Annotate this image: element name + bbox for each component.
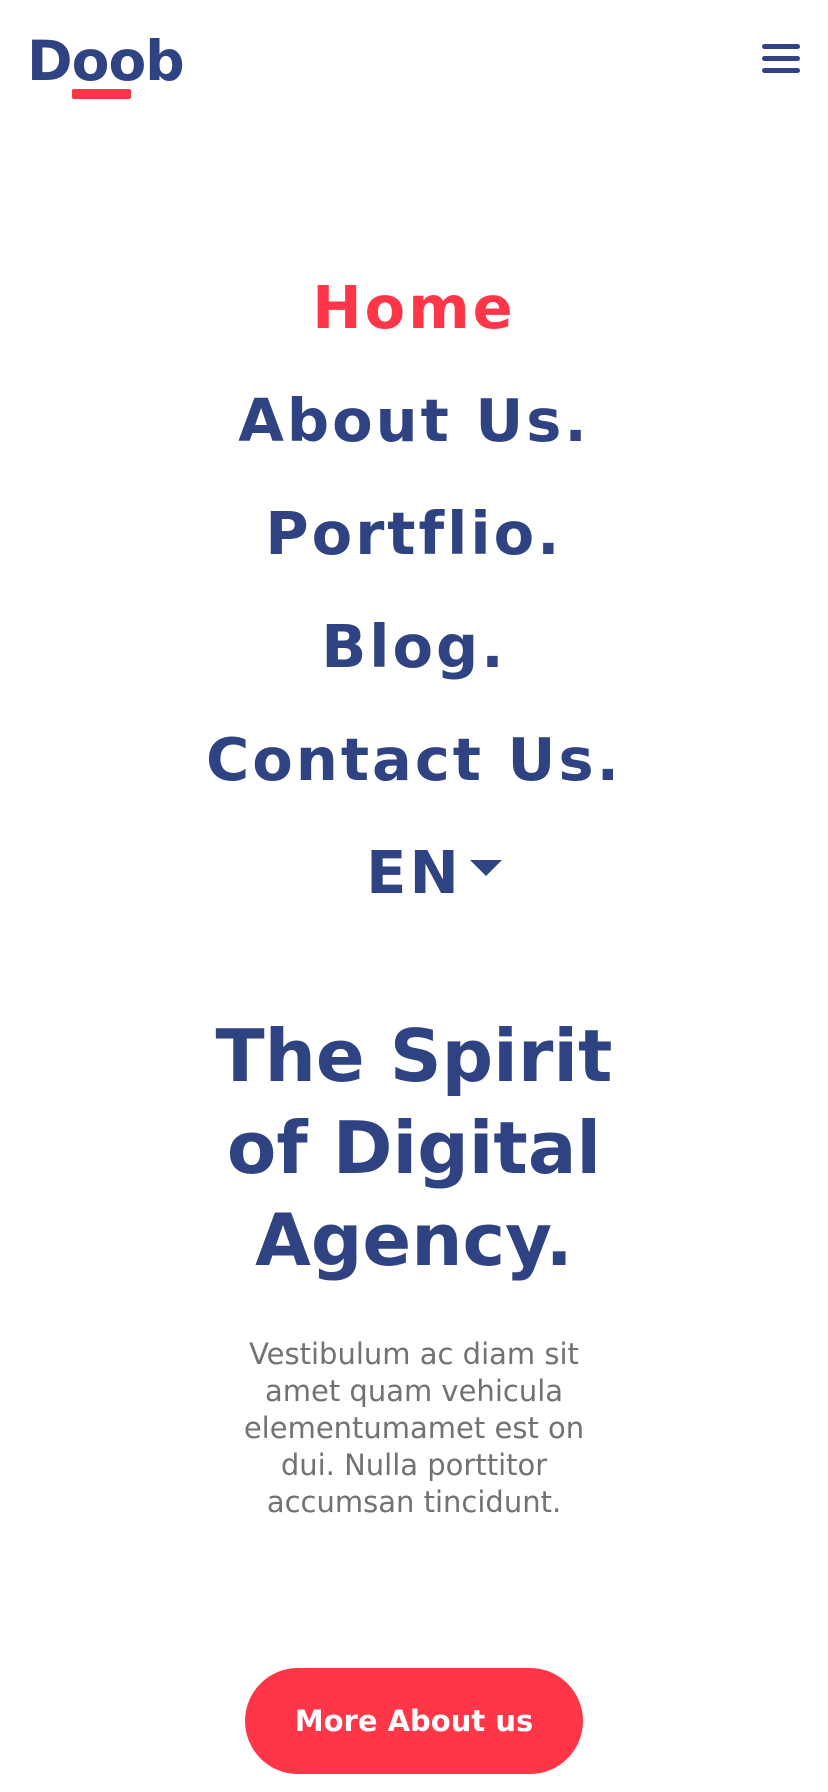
more-about-us-button[interactable]: More About us [245,1668,583,1774]
nav-item-home[interactable]: Home [0,268,828,381]
language-label: EN [366,838,462,907]
logo-underline [72,89,131,99]
menu-bar-middle [762,56,800,61]
hero-title: The Spirit of Digital Agency. [215,1014,613,1282]
menu-bar-bottom [762,68,800,73]
main-nav: Home About Us. Portflio. Blog. Contact U… [0,268,828,946]
logo[interactable]: Doob [27,28,185,94]
caret-down-icon [469,860,502,876]
page: Doob Home About Us. Portflio. Blog. Cont… [0,0,828,1792]
nav-item-blog[interactable]: Blog. [0,607,828,720]
nav-item-portfolio[interactable]: Portflio. [0,494,828,607]
menu-bar-top [762,44,800,49]
hero-description: Vestibulum ac diam sit amet quam vehicul… [243,1337,585,1519]
nav-item-about-us[interactable]: About Us. [0,381,828,494]
language-dropdown[interactable]: EN [366,833,502,913]
language-selector[interactable]: EN [0,833,828,946]
nav-item-contact-us[interactable]: Contact Us. [0,720,828,833]
hamburger-menu-icon[interactable] [762,42,800,76]
